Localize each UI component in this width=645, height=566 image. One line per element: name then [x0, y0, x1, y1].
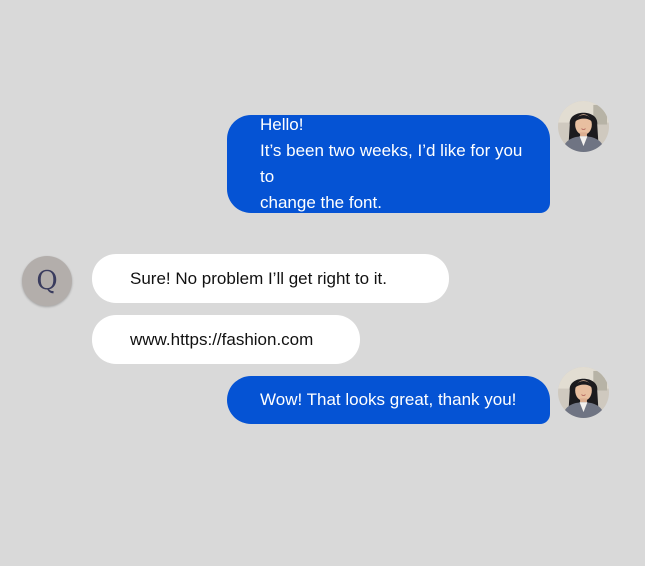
agent-avatar: Q — [22, 256, 72, 306]
user-avatar — [558, 101, 609, 152]
chat-thread: Hello! It’s been two weeks, I’d like for… — [0, 0, 645, 566]
message-line: change the font. — [260, 193, 382, 212]
agent-message-bubble: Sure! No problem I’ll get right to it. — [92, 254, 449, 303]
user-message-bubble: Wow! That looks great, thank you! — [227, 376, 550, 424]
message-link[interactable]: www.https://fashion.com — [130, 327, 313, 353]
message-text: Wow! That looks great, thank you! — [260, 390, 517, 409]
agent-link-bubble[interactable]: www.https://fashion.com — [92, 315, 360, 364]
user-message-bubble: Hello! It’s been two weeks, I’d like for… — [227, 115, 550, 213]
user-photo-icon — [558, 367, 609, 418]
user-avatar — [558, 367, 609, 418]
message-line: Hello! — [260, 115, 304, 134]
user-photo-icon — [558, 101, 609, 152]
message-line: It’s been two weeks, I’d like for you to — [260, 141, 523, 186]
message-text: Sure! No problem I’ll get right to it. — [130, 268, 388, 288]
